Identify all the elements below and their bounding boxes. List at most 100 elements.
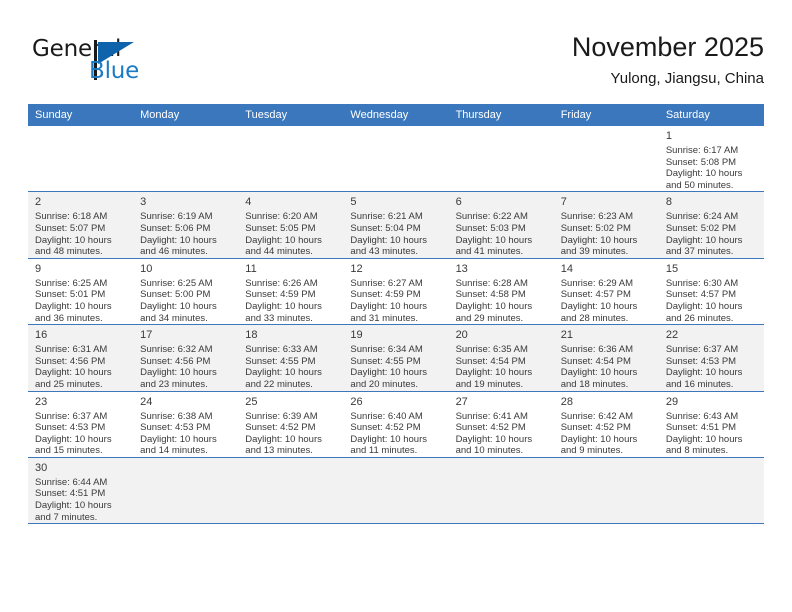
calendar-day-cell[interactable]: 7 Sunrise: 6:23 AM Sunset: 5:02 PM Daylight… (553, 191, 659, 259)
daylight-line2-text: and 43 minutes. (350, 246, 419, 258)
day-number: 21 (560, 329, 573, 342)
day-cell-content: 18 Sunrise: 6:33 AM Sunset: 4:55 PM Dayligh… (238, 325, 343, 390)
day-number: 7 (560, 196, 567, 209)
day-number: 15 (665, 262, 679, 275)
calendar-day-cell[interactable]: 2 Sunrise: 6:18 AM Sunset: 5:07 PM Daylight… (28, 191, 134, 259)
daylight-line2-text: and 29 minutes. (455, 312, 524, 324)
daylight-line2-text: and 15 minutes. (35, 445, 103, 457)
calendar-day-cell[interactable]: 6 Sunrise: 6:22 AM Sunset: 5:03 PM Daylight… (448, 191, 554, 259)
day-number: 28 (560, 395, 573, 408)
day-cell-content: 21 Sunrise: 6:36 AM Sunset: 4:54 PM Dayligh… (554, 325, 659, 390)
sunset-text: Sunset: 5:07 PM (35, 222, 106, 234)
sunrise-text: Sunrise: 6:22 AM (455, 211, 528, 223)
sunrise-text: Sunrise: 6:20 AM (245, 211, 318, 223)
calendar-week-row: 16 Sunrise: 6:31 AM Sunset: 4:56 PM Dayligh… (28, 324, 764, 392)
calendar-day-cell[interactable]: 9 Sunrise: 6:25 AM Sunset: 5:01 PM Daylight… (28, 258, 134, 326)
daylight-line2-text: and 36 minutes. (35, 312, 103, 324)
calendar-day-cell[interactable]: 15 Sunrise: 6:30 AM Sunset: 4:57 PM Dayligh… (658, 258, 764, 326)
sunrise-text: Sunrise: 6:30 AM (665, 277, 739, 289)
calendar-day-cell[interactable]: 12 Sunrise: 6:27 AM Sunset: 4:59 PM Dayligh… (343, 258, 449, 326)
sunset-text: Sunset: 4:56 PM (35, 355, 106, 367)
weekday-header-wednesday: Wednesday (343, 104, 449, 126)
calendar-day-cell[interactable]: 19 Sunrise: 6:34 AM Sunset: 4:55 PM Dayligh… (343, 324, 449, 392)
daylight-line1-text: Daylight: 10 hours (140, 234, 217, 246)
day-number: 16 (35, 329, 48, 342)
sunrise-text: Sunrise: 6:25 AM (35, 277, 108, 289)
day-cell-content: 25 Sunrise: 6:39 AM Sunset: 4:52 PM Dayligh… (238, 392, 343, 457)
daylight-line1-text: Daylight: 10 hours (455, 433, 533, 445)
calendar-day-cell-empty (553, 457, 659, 525)
sunrise-text: Sunrise: 6:43 AM (665, 410, 739, 422)
day-details: Sunrise: 6:25 AM Sunset: 5:00 PM Daylight:… (140, 278, 232, 324)
day-details: Sunrise: 6:18 AM Sunset: 5:07 PM Daylight:… (35, 211, 127, 257)
calendar-day-cell[interactable]: 26 Sunrise: 6:40 AM Sunset: 4:52 PM Dayligh… (343, 391, 449, 458)
daylight-line1-text: Daylight: 10 hours (140, 300, 217, 312)
calendar-day-cell[interactable]: 16 Sunrise: 6:31 AM Sunset: 4:56 PM Dayligh… (28, 324, 134, 392)
daylight-line1-text: Daylight: 10 hours (35, 500, 112, 512)
daylight-line1-text: Daylight: 10 hours (245, 234, 322, 246)
day-number: 5 (350, 196, 357, 209)
sunrise-text: Sunrise: 6:25 AM (140, 277, 213, 289)
sunset-text: Sunset: 4:51 PM (35, 488, 106, 500)
day-details: Sunrise: 6:33 AM Sunset: 4:55 PM Daylight:… (245, 344, 337, 390)
daylight-line2-text: and 28 minutes. (560, 312, 629, 324)
calendar-day-cell[interactable]: 30 Sunrise: 6:44 AM Sunset: 4:51 PM Dayligh… (28, 457, 134, 525)
day-cell-content: 17 Sunrise: 6:32 AM Sunset: 4:56 PM Dayligh… (133, 325, 238, 390)
calendar-day-cell[interactable]: 10 Sunrise: 6:25 AM Sunset: 5:00 PM Dayligh… (133, 258, 239, 326)
day-details: Sunrise: 6:37 AM Sunset: 4:53 PM Daylight:… (35, 411, 127, 457)
day-cell-content: 14 Sunrise: 6:29 AM Sunset: 4:57 PM Dayligh… (554, 259, 659, 324)
calendar-day-cell[interactable]: 3 Sunrise: 6:19 AM Sunset: 5:06 PM Daylight… (133, 191, 239, 259)
sunrise-text: Sunrise: 6:38 AM (140, 410, 213, 422)
daylight-line2-text: and 13 minutes. (245, 445, 313, 457)
general-blue-logo[interactable]: General Blue (32, 36, 222, 88)
day-details: Sunrise: 6:30 AM Sunset: 4:57 PM Daylight:… (666, 278, 758, 324)
calendar-day-cell[interactable]: 8 Sunrise: 6:24 AM Sunset: 5:02 PM Daylight… (658, 191, 764, 259)
daylight-line1-text: Daylight: 10 hours (665, 367, 743, 379)
day-number: 9 (35, 262, 42, 275)
calendar-day-cell[interactable]: 18 Sunrise: 6:33 AM Sunset: 4:55 PM Dayligh… (238, 324, 344, 392)
day-cell-content: 29 Sunrise: 6:43 AM Sunset: 4:51 PM Dayligh… (659, 392, 764, 457)
day-cell-content: 30 Sunrise: 6:44 AM Sunset: 4:51 PM Dayligh… (28, 458, 133, 523)
day-cell-content: 3 Sunrise: 6:19 AM Sunset: 5:06 PM Daylight… (133, 192, 238, 257)
calendar-day-cell[interactable]: 24 Sunrise: 6:38 AM Sunset: 4:53 PM Dayligh… (133, 391, 239, 458)
calendar-day-cell[interactable]: 4 Sunrise: 6:20 AM Sunset: 5:05 PM Daylight… (238, 191, 344, 259)
sunrise-text: Sunrise: 6:29 AM (560, 277, 634, 289)
day-number: 1 (665, 130, 672, 142)
calendar-day-cell[interactable]: 14 Sunrise: 6:29 AM Sunset: 4:57 PM Dayligh… (553, 258, 659, 326)
calendar-day-cell[interactable]: 21 Sunrise: 6:36 AM Sunset: 4:54 PM Dayligh… (553, 324, 659, 392)
calendar-day-cell[interactable]: 27 Sunrise: 6:41 AM Sunset: 4:52 PM Dayligh… (448, 391, 554, 458)
calendar-day-cell[interactable]: 23 Sunrise: 6:37 AM Sunset: 4:53 PM Dayligh… (28, 391, 134, 458)
daylight-line2-text: and 14 minutes. (140, 445, 208, 457)
calendar-day-cell[interactable]: 25 Sunrise: 6:39 AM Sunset: 4:52 PM Dayligh… (238, 391, 344, 458)
day-number: 12 (350, 262, 363, 275)
calendar-day-cell[interactable]: 11 Sunrise: 6:26 AM Sunset: 4:59 PM Dayligh… (238, 258, 344, 326)
calendar-day-cell[interactable]: 29 Sunrise: 6:43 AM Sunset: 4:51 PM Dayligh… (658, 391, 764, 458)
daylight-line2-text: and 8 minutes. (665, 445, 729, 457)
weekday-header-sunday: Sunday (28, 104, 134, 126)
calendar-day-cell[interactable]: 20 Sunrise: 6:35 AM Sunset: 4:54 PM Dayligh… (448, 324, 554, 392)
calendar-week-row: 2 Sunrise: 6:18 AM Sunset: 5:07 PM Daylight… (28, 191, 764, 259)
calendar-day-cell[interactable]: 1 Sunrise: 6:17 AM Sunset: 5:08 PM Daylight… (658, 126, 764, 193)
calendar-day-cell[interactable]: 28 Sunrise: 6:42 AM Sunset: 4:52 PM Dayligh… (553, 391, 659, 458)
daylight-line2-text: and 9 minutes. (560, 445, 624, 457)
calendar-day-cell[interactable]: 17 Sunrise: 6:32 AM Sunset: 4:56 PM Dayligh… (133, 324, 239, 392)
day-details: Sunrise: 6:37 AM Sunset: 4:53 PM Daylight:… (666, 344, 758, 390)
daylight-line1-text: Daylight: 10 hours (455, 234, 533, 246)
daylight-line1-text: Daylight: 10 hours (350, 234, 427, 246)
sunset-text: Sunset: 4:52 PM (245, 422, 316, 434)
daylight-line1-text: Daylight: 10 hours (665, 433, 743, 445)
daylight-line1-text: Daylight: 10 hours (350, 367, 427, 379)
calendar-day-cell-empty (133, 126, 239, 193)
sunset-text: Sunset: 4:53 PM (140, 422, 211, 434)
calendar-day-cell[interactable]: 5 Sunrise: 6:21 AM Sunset: 5:04 PM Daylight… (343, 191, 449, 259)
sunset-text: Sunset: 4:58 PM (455, 289, 526, 301)
sunset-text: Sunset: 4:56 PM (140, 355, 211, 367)
calendar-page: General Blue November 2025 Yulong, Jiang… (0, 0, 792, 612)
daylight-line1-text: Daylight: 10 hours (665, 234, 743, 246)
calendar-day-cell[interactable]: 22 Sunrise: 6:37 AM Sunset: 4:53 PM Dayligh… (658, 324, 764, 392)
day-cell-content: 28 Sunrise: 6:42 AM Sunset: 4:52 PM Dayligh… (554, 392, 659, 457)
calendar-day-cell[interactable]: 13 Sunrise: 6:28 AM Sunset: 4:58 PM Dayligh… (448, 258, 554, 326)
daylight-line1-text: Daylight: 10 hours (665, 168, 743, 180)
day-details: Sunrise: 6:21 AM Sunset: 5:04 PM Daylight:… (350, 211, 442, 257)
calendar-day-cell-empty (553, 126, 659, 193)
